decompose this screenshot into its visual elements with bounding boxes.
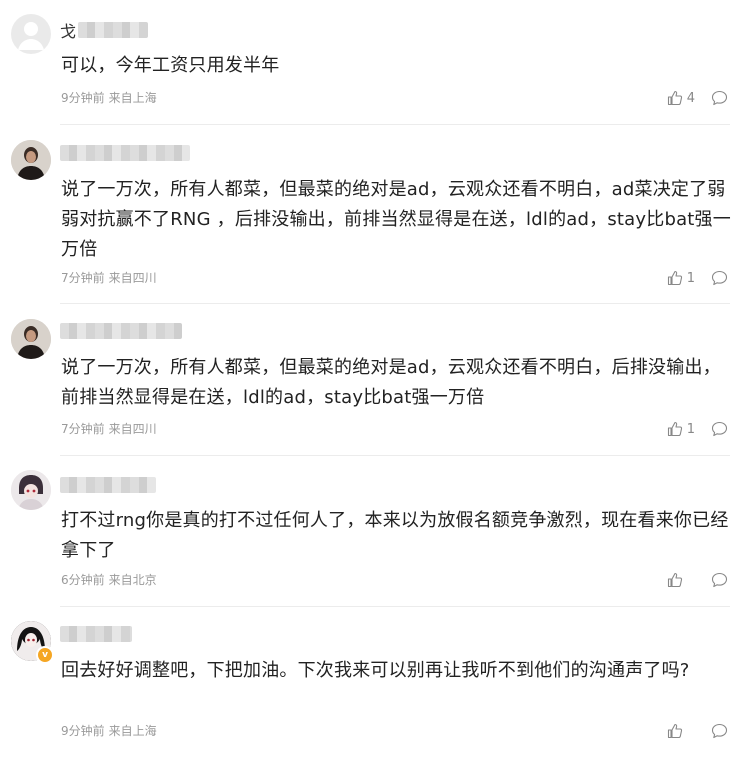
username[interactable] [60,322,182,340]
comment-location: 来自上海 [108,724,157,738]
username-redacted [78,22,149,38]
comment-actions: 1 [667,420,728,438]
reply-button[interactable] [711,90,728,106]
comment-location: 来自四川 [108,271,157,285]
comment-item: v 回去好好调整吧，下把加油。下次我来可以别再让我听不到他们的沟通声了吗? 9分… [0,607,744,757]
comment-actions: 1 [667,269,728,287]
comment-time: 9分钟前 [61,91,105,105]
username-redacted [60,477,156,493]
like-button[interactable] [667,572,695,588]
divider [60,303,730,304]
comment-meta: 9分钟前 来自上海 [61,90,157,106]
like-button[interactable]: 1 [667,421,695,437]
username[interactable] [60,144,190,162]
like-button[interactable] [667,723,695,739]
thumbs-up-icon [667,723,683,739]
comment-actions [667,722,728,740]
comment-item: 戈 可以，今年工资只用发半年 9分钟前 来自上海 4 [0,0,744,125]
thumbs-up-icon [667,270,682,286]
comment-meta: 7分钟前 来自四川 [61,270,157,286]
like-button[interactable]: 1 [667,270,695,286]
reply-button[interactable] [711,270,728,286]
username-redacted [60,626,132,642]
username-redacted [60,145,190,161]
comment-text: 说了一万次，所有人都菜，但最菜的绝对是ad，云观众还看不明白，后排没输出，前排当… [61,357,721,408]
like-count: 1 [686,421,695,437]
avatar[interactable] [11,319,51,359]
reply-button[interactable] [711,421,728,437]
username-visible-char: 戈 [60,22,77,41]
like-button[interactable]: 4 [667,90,695,106]
comment-actions [667,571,728,589]
username[interactable]: 戈 [60,21,149,41]
comment-text: 可以，今年工资只用发半年 [61,55,280,76]
comment-actions: 4 [667,89,728,107]
comment-meta: 9分钟前 来自上海 [61,723,157,739]
comment-item: 说了一万次，所有人都菜，但最菜的绝对是ad，云观众还看不明白，后排没输出，前排当… [0,305,744,456]
reply-button[interactable] [711,723,728,739]
comment-icon [711,723,728,739]
comment-time: 7分钟前 [61,271,105,285]
comment-text: 回去好好调整吧，下把加油。下次我来可以别再让我听不到他们的沟通声了吗? [61,660,690,681]
avatar[interactable] [11,140,51,180]
comment-icon [711,270,728,286]
thumbs-up-icon [667,90,682,106]
comment-item: 说了一万次，所有人都菜，但最菜的绝对是ad，云观众还看不明白，ad菜决定了弱弱对… [0,125,744,305]
comment-icon [711,90,728,106]
verified-badge-icon: v [36,646,54,664]
comment-icon [711,421,728,437]
comment-time: 9分钟前 [61,724,105,738]
comment-time: 7分钟前 [61,422,105,436]
comment-meta: 7分钟前 来自四川 [61,421,157,437]
username[interactable] [60,625,132,643]
comment-text: 说了一万次，所有人都菜，但最菜的绝对是ad，云观众还看不明白，ad菜决定了弱弱对… [61,179,731,260]
comment-item: 打不过rng你是真的打不过任何人了，本来以为放假名额竞争激烈，现在看来你已经拿下… [0,456,744,607]
comment-location: 来自四川 [108,422,157,436]
reply-button[interactable] [711,572,728,588]
comment-location: 来自上海 [108,91,157,105]
thumbs-up-icon [667,572,683,588]
comment-time: 6分钟前 [61,573,105,587]
thumbs-up-icon [667,421,682,437]
avatar[interactable] [11,14,51,54]
username-redacted [60,323,182,339]
comment-icon [711,572,728,588]
comment-location: 来自北京 [108,573,157,587]
like-count: 4 [686,90,695,106]
avatar[interactable] [11,470,51,510]
username[interactable] [60,476,156,494]
like-count: 1 [686,270,695,286]
comment-meta: 6分钟前 来自北京 [61,572,157,588]
comment-text: 打不过rng你是真的打不过任何人了，本来以为放假名额竞争激烈，现在看来你已经拿下… [61,510,729,561]
